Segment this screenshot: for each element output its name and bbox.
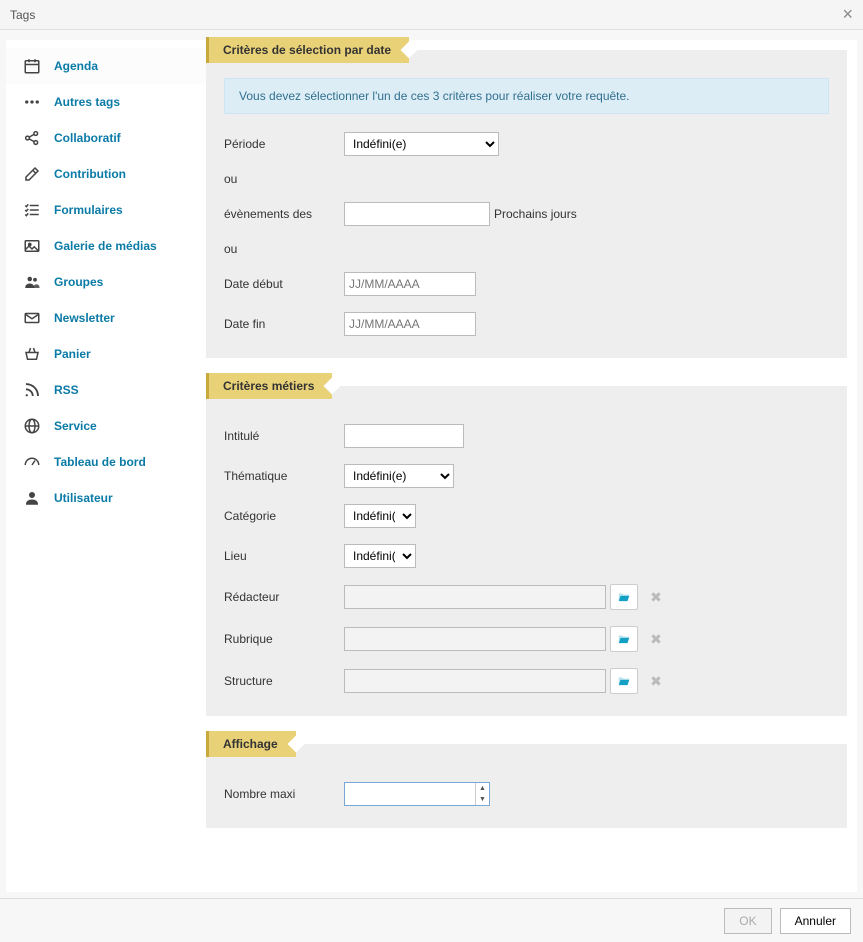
basket-icon — [22, 344, 42, 364]
dialog-footer: OK Annuler — [0, 898, 863, 942]
sidebar: Agenda Autres tags Collaboratif Contribu… — [6, 40, 206, 892]
rss-icon — [22, 380, 42, 400]
nombre-maxi-label: Nombre maxi — [224, 787, 344, 801]
tags-dialog: Tags × Agenda Autres tags Collabora — [0, 0, 863, 942]
period-label: Période — [224, 137, 344, 151]
sidebar-item-rss[interactable]: RSS — [6, 372, 206, 408]
redacteur-input[interactable] — [344, 585, 606, 609]
period-select[interactable]: Indéfini(e) — [344, 132, 499, 156]
calendar-icon — [22, 56, 42, 76]
rubrique-label: Rubrique — [224, 632, 344, 646]
sidebar-item-label: Utilisateur — [54, 491, 113, 505]
edit-icon — [22, 164, 42, 184]
sidebar-item-label: Panier — [54, 347, 91, 361]
rubrique-browse-button[interactable] — [610, 626, 638, 652]
info-message: Vous devez sélectionner l'un de ces 3 cr… — [224, 78, 829, 114]
sidebar-item-label: Tableau de bord — [54, 455, 146, 469]
sidebar-item-galerie[interactable]: Galerie de médias — [6, 228, 206, 264]
sidebar-item-agenda[interactable]: Agenda — [6, 48, 206, 84]
sidebar-item-label: Service — [54, 419, 97, 433]
close-icon[interactable]: × — [842, 4, 853, 25]
separator-or-2: ou — [224, 242, 829, 256]
lieu-select[interactable]: Indéfini(e) — [344, 544, 416, 568]
section-title: Critères métiers — [206, 373, 332, 399]
nombre-maxi-input[interactable] — [344, 782, 490, 806]
sidebar-item-contribution[interactable]: Contribution — [6, 156, 206, 192]
sidebar-item-formulaires[interactable]: Formulaires — [6, 192, 206, 228]
envelope-icon — [22, 308, 42, 328]
section-panel: Intitulé Thématique Indéfini(e) Catégori… — [206, 386, 847, 716]
section-panel: Nombre maxi ▲▼ — [206, 744, 847, 828]
categorie-select[interactable]: Indéfini(e) — [344, 504, 416, 528]
group-icon — [22, 272, 42, 292]
categorie-label: Catégorie — [224, 509, 344, 523]
intitule-label: Intitulé — [224, 429, 344, 443]
user-icon — [22, 488, 42, 508]
date-end-input[interactable] — [344, 312, 476, 336]
sidebar-item-label: Contribution — [54, 167, 126, 181]
sidebar-item-tableau[interactable]: Tableau de bord — [6, 444, 206, 480]
date-start-label: Date début — [224, 277, 344, 291]
structure-input[interactable] — [344, 669, 606, 693]
number-spinner[interactable]: ▲▼ — [475, 783, 489, 805]
sidebar-item-label: Galerie de médias — [54, 239, 157, 253]
events-suffix: Prochains jours — [494, 207, 577, 221]
structure-browse-button[interactable] — [610, 668, 638, 694]
rubrique-input[interactable] — [344, 627, 606, 651]
redacteur-browse-button[interactable] — [610, 584, 638, 610]
sidebar-item-newsletter[interactable]: Newsletter — [6, 300, 206, 336]
sidebar-item-utilisateur[interactable]: Utilisateur — [6, 480, 206, 516]
section-criteres-metiers: Critères métiers Intitulé Thématique Ind… — [206, 386, 847, 716]
sidebar-item-label: Groupes — [54, 275, 103, 289]
dialog-header: Tags × — [0, 0, 863, 30]
share-icon — [22, 128, 42, 148]
sidebar-item-panier[interactable]: Panier — [6, 336, 206, 372]
lieu-label: Lieu — [224, 549, 344, 563]
sidebar-item-label: RSS — [54, 383, 79, 397]
thematique-label: Thématique — [224, 469, 344, 483]
date-end-label: Date fin — [224, 317, 344, 331]
ok-button[interactable]: OK — [724, 908, 771, 934]
section-title: Affichage — [206, 731, 296, 757]
redacteur-clear-button[interactable]: ✖ — [642, 584, 670, 610]
section-panel: Vous devez sélectionner l'un de ces 3 cr… — [206, 50, 847, 358]
separator-or: ou — [224, 172, 829, 186]
sidebar-item-label: Autres tags — [54, 95, 120, 109]
rubrique-clear-button[interactable]: ✖ — [642, 626, 670, 652]
content: Critères de sélection par date Vous deve… — [206, 40, 857, 892]
sidebar-item-label: Agenda — [54, 59, 98, 73]
structure-clear-button[interactable]: ✖ — [642, 668, 670, 694]
gauge-icon — [22, 452, 42, 472]
section-title: Critères de sélection par date — [206, 37, 409, 63]
structure-label: Structure — [224, 674, 344, 688]
events-input[interactable] — [344, 202, 490, 226]
sidebar-item-label: Formulaires — [54, 203, 123, 217]
thematique-select[interactable]: Indéfini(e) — [344, 464, 454, 488]
globe-icon — [22, 416, 42, 436]
events-label: évènements des — [224, 207, 344, 221]
sidebar-item-service[interactable]: Service — [6, 408, 206, 444]
section-affichage: Affichage Nombre maxi ▲▼ — [206, 744, 847, 828]
dots-icon — [22, 92, 42, 112]
section-criteres-date: Critères de sélection par date Vous deve… — [206, 50, 847, 358]
dialog-body: Agenda Autres tags Collaboratif Contribu… — [6, 40, 857, 892]
sidebar-item-groupes[interactable]: Groupes — [6, 264, 206, 300]
date-start-input[interactable] — [344, 272, 476, 296]
sidebar-item-collaboratif[interactable]: Collaboratif — [6, 120, 206, 156]
sidebar-item-label: Newsletter — [54, 311, 115, 325]
gallery-icon — [22, 236, 42, 256]
cancel-button[interactable]: Annuler — [780, 908, 851, 934]
redacteur-label: Rédacteur — [224, 590, 344, 604]
checklist-icon — [22, 200, 42, 220]
dialog-title: Tags — [10, 8, 35, 22]
sidebar-item-label: Collaboratif — [54, 131, 121, 145]
intitule-input[interactable] — [344, 424, 464, 448]
sidebar-item-autres-tags[interactable]: Autres tags — [6, 84, 206, 120]
